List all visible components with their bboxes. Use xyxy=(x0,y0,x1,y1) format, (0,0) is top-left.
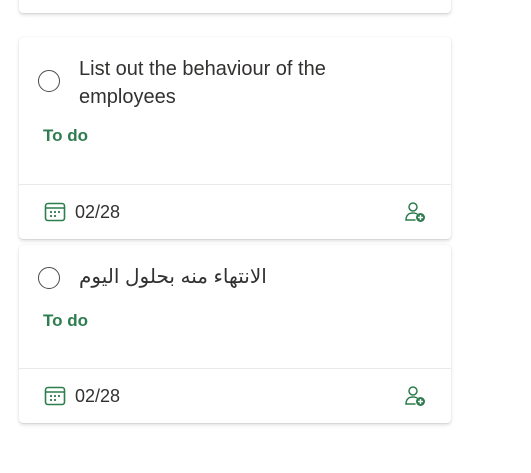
task-card-body: الانتهاء منه بحلول اليوم To do xyxy=(19,245,451,368)
assign-person-icon xyxy=(405,386,425,406)
due-date-text: 02/28 xyxy=(75,202,121,222)
task-board: List out the behaviour of the employees … xyxy=(0,0,531,473)
task-title[interactable]: List out the behaviour of the employees xyxy=(79,55,409,111)
due-date-text: 02/28 xyxy=(75,386,121,406)
task-card[interactable]: List out the behaviour of the employees … xyxy=(19,37,451,239)
task-card-body: List out the behaviour of the employees … xyxy=(19,37,451,184)
assign-person-icon xyxy=(405,202,425,222)
progress-status-label: To do xyxy=(43,311,88,330)
task-title[interactable]: الانتهاء منه بحلول اليوم xyxy=(79,263,409,291)
assign-button[interactable] xyxy=(403,384,427,408)
task-card[interactable]: الانتهاء منه بحلول اليوم To do 02/28 xyxy=(19,245,451,423)
due-date[interactable]: 02/28 xyxy=(44,201,120,223)
complete-task-checkbox[interactable] xyxy=(38,70,60,92)
calendar-icon xyxy=(44,202,66,222)
complete-task-checkbox[interactable] xyxy=(38,267,60,289)
progress-status-label: To do xyxy=(43,126,88,145)
previous-task-card[interactable] xyxy=(19,0,451,13)
due-date[interactable]: 02/28 xyxy=(44,385,120,407)
calendar-icon xyxy=(44,386,66,406)
task-card-footer: 02/28 xyxy=(19,369,451,423)
task-card-footer: 02/28 xyxy=(19,185,451,239)
assign-button[interactable] xyxy=(403,200,427,224)
